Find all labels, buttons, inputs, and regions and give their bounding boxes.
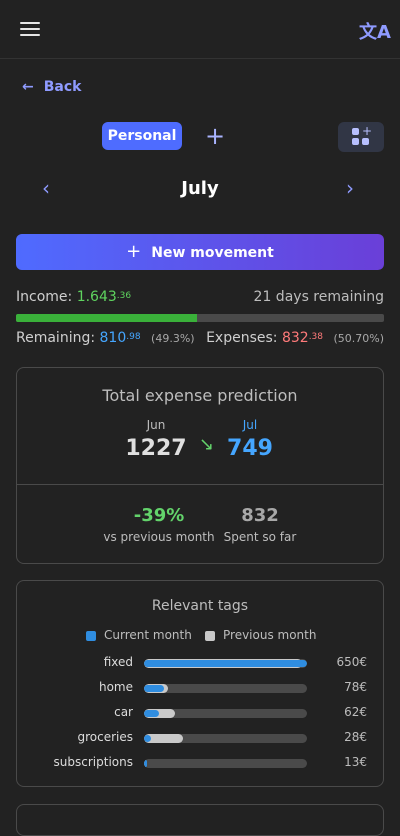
income-int: 1.643 xyxy=(76,289,117,305)
legend-current-swatch xyxy=(86,630,96,641)
tag-name: subscriptions xyxy=(53,755,133,769)
chevron-right-icon[interactable]: › xyxy=(346,176,354,200)
remaining-int: 810 xyxy=(99,330,127,346)
budget-progress-bar xyxy=(16,314,384,322)
grid-cell-icon xyxy=(352,138,359,145)
expenses-pct: (50.70%) xyxy=(333,332,384,345)
tag-amount: 62€ xyxy=(344,705,367,719)
tag-bar-current xyxy=(144,710,159,717)
prediction-title: Total expense prediction xyxy=(102,386,298,405)
tag-bar-track xyxy=(144,709,307,718)
hamburger-menu-icon[interactable] xyxy=(20,22,40,36)
legend-previous-label: Previous month xyxy=(223,628,317,642)
cur-month-value: 749 xyxy=(227,436,273,461)
change-label: vs previous month xyxy=(103,530,215,544)
expenses-dec: .38 xyxy=(308,332,324,342)
month-title: July xyxy=(181,178,219,199)
legend-current-label: Current month xyxy=(104,628,192,642)
tag-amount: 650€ xyxy=(336,655,367,669)
tag-amount: 78€ xyxy=(344,680,367,694)
tag-bar-track xyxy=(144,659,307,668)
days-remaining: 21 days remaining xyxy=(253,289,384,305)
remaining-pct: (49.3%) xyxy=(151,332,195,345)
tag-amount: 13€ xyxy=(344,755,367,769)
tag-name: home xyxy=(98,680,133,694)
tag-bar-track xyxy=(144,734,307,743)
back-label: Back xyxy=(43,79,82,95)
income-dec: .36 xyxy=(116,291,132,301)
spent-value: 832 xyxy=(241,505,279,526)
next-card xyxy=(16,804,384,836)
tags-title: Relevant tags xyxy=(151,598,249,614)
remaining-value: 810.98 xyxy=(100,330,141,346)
income-value: 1.643.36 xyxy=(77,289,131,305)
remaining-dec: .98 xyxy=(126,332,141,342)
tag-bar-track xyxy=(144,684,307,693)
legend-current: Current month xyxy=(86,628,192,642)
tag-bar-current xyxy=(144,685,164,692)
expenses-label: Expenses: xyxy=(206,330,278,346)
expenses-group: Expenses: 832.38 (50.70%) xyxy=(206,330,384,346)
spent-label: Spent so far xyxy=(223,530,297,544)
tag-row: car 62€ xyxy=(17,705,383,723)
tag-name: groceries xyxy=(77,730,133,744)
month-navigation: ‹ July › xyxy=(0,176,400,204)
remaining-label: Remaining: xyxy=(16,330,96,346)
add-widget-button[interactable]: + xyxy=(338,122,384,152)
grid-cell-icon xyxy=(352,128,359,135)
top-bar: 文A xyxy=(0,0,400,59)
plus-icon: + xyxy=(362,124,373,138)
cur-month-label: Jul xyxy=(242,418,258,432)
expense-prediction-card: Total expense prediction Jun 1227 ↘ Jul … xyxy=(16,367,384,564)
expenses-value: 832.38 xyxy=(282,330,323,346)
tab-personal[interactable]: Personal xyxy=(102,122,182,150)
budget-progress-fill xyxy=(16,314,198,322)
tag-row: home 78€ xyxy=(17,680,383,698)
translate-icon[interactable]: 文A xyxy=(359,18,391,44)
tag-bar-current xyxy=(144,735,151,742)
arrow-left-icon: ← xyxy=(22,79,34,95)
add-tab-plus-icon[interactable]: + xyxy=(205,122,225,150)
arrow-down-right-icon: ↘ xyxy=(199,434,215,455)
remaining-expenses-row: Remaining: 810.98 (49.3%) Expenses: 832.… xyxy=(16,330,384,346)
tag-name: fixed xyxy=(103,655,133,669)
tag-amount: 28€ xyxy=(344,730,367,744)
legend-previous: Previous month xyxy=(205,628,316,642)
tag-bar-current xyxy=(144,760,148,767)
new-movement-label: New movement xyxy=(151,245,274,261)
relevant-tags-card: Relevant tags Current month Previous mon… xyxy=(16,580,384,787)
tag-row: subscriptions 13€ xyxy=(17,755,383,773)
change-value: -39% xyxy=(133,505,185,526)
divider xyxy=(17,484,383,485)
legend-previous-swatch xyxy=(205,630,215,641)
back-link[interactable]: ← Back xyxy=(22,79,81,95)
plus-icon: + xyxy=(126,241,142,262)
tag-bar-track xyxy=(144,759,307,768)
tag-row: groceries 28€ xyxy=(17,730,383,748)
income-row: Income: 1.643.36 21 days remaining xyxy=(16,289,384,305)
tag-bar-current xyxy=(144,660,307,667)
grid-cell-icon xyxy=(362,138,369,145)
income-label: Income: xyxy=(16,289,73,305)
tag-row: fixed 650€ xyxy=(17,655,383,673)
expenses-int: 832 xyxy=(281,330,309,346)
tag-name: car xyxy=(114,705,133,719)
new-movement-button[interactable]: + New movement xyxy=(16,234,384,270)
